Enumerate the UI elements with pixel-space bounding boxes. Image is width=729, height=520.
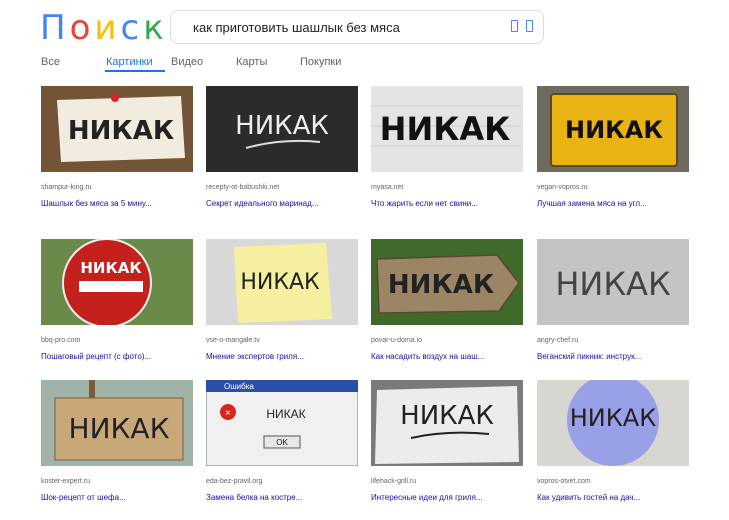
tab-video[interactable]: Видео	[171, 56, 203, 68]
sign-text: НИКАК	[400, 401, 494, 431]
result-thumbnail[interactable]: НИКАК	[41, 239, 193, 325]
logo-letter: П	[40, 8, 70, 48]
result-thumbnail[interactable]: НИКАК	[41, 380, 193, 466]
image-search-icon[interactable]	[526, 20, 533, 32]
result-source[interactable]: vopros-otvet.com	[537, 478, 689, 485]
result-source[interactable]: koster-expert.ru	[41, 478, 193, 485]
image-result-card[interactable]: НИКАК recepty-ot-babushki.net Секрет иде…	[206, 86, 358, 208]
sign-text: НИКАК	[388, 270, 494, 300]
active-tab-indicator	[105, 70, 165, 72]
sign-text: НИКАК	[570, 404, 657, 432]
logo-letter: о	[69, 8, 95, 48]
result-thumbnail[interactable]: Ошибка × НИКАК OK	[206, 380, 358, 466]
result-source[interactable]: myasa.net	[371, 184, 523, 191]
tab-images[interactable]: Картинки	[106, 56, 153, 68]
result-title[interactable]: Замена белка на костре...	[206, 493, 358, 502]
tab-shopping[interactable]: Покупки	[300, 56, 341, 68]
image-result-card[interactable]: НИКАК vopros-otvet.com Как удивить госте…	[537, 380, 689, 502]
result-title[interactable]: Пошаговый рецепт (с фото)...	[41, 352, 193, 361]
search-query: как приготовить шашлык без мяса	[193, 20, 400, 35]
result-thumbnail[interactable]: НИКАК	[371, 239, 523, 325]
result-thumbnail[interactable]: НИКАК	[371, 380, 523, 466]
dialog-ok-button[interactable]: OK	[276, 438, 288, 447]
result-source[interactable]: lifehack-grill.ru	[371, 478, 523, 485]
sign-text: НИКАК	[240, 270, 320, 295]
sign-text: НИКАК	[266, 407, 305, 421]
result-title[interactable]: Шок-рецепт от шефа...	[41, 493, 193, 502]
logo-letter: с	[120, 8, 144, 48]
search-input[interactable]: как приготовить шашлык без мяса	[170, 10, 544, 44]
result-thumbnail[interactable]: НИКАК	[206, 86, 358, 172]
result-thumbnail[interactable]: НИКАК	[206, 239, 358, 325]
dialog-title: Ошибка	[224, 382, 254, 391]
sign-text: НИКАК	[69, 412, 170, 445]
logo: Поиск	[40, 8, 168, 48]
result-thumbnail[interactable]: НИКАК	[537, 239, 689, 325]
image-result-card[interactable]: НИКАК lifehack-grill.ru Интересные идеи …	[371, 380, 523, 502]
image-result-card[interactable]: НИКАК shampur-king.ru Шашлык без мяса за…	[41, 86, 193, 208]
result-source[interactable]: bbq-pro.com	[41, 337, 193, 344]
result-source[interactable]: vse-o-mangale.tv	[206, 337, 358, 344]
sign-text: НИКАК	[555, 265, 671, 303]
image-result-card[interactable]: НИКАК angry-chef.ru Веганский пикник: ин…	[537, 239, 689, 361]
tab-maps[interactable]: Карты	[236, 56, 267, 68]
image-result-card[interactable]: НИКАК myasa.net Что жарить если нет свин…	[371, 86, 523, 208]
result-title[interactable]: Мнение экспертов гриля...	[206, 352, 358, 361]
result-thumbnail[interactable]: НИКАК	[537, 86, 689, 172]
sign-text: НИКАК	[80, 259, 142, 277]
image-result-card[interactable]: НИКАК vse-o-mangale.tv Мнение экспертов …	[206, 239, 358, 361]
result-title[interactable]: Веганский пикник: инструк...	[537, 352, 689, 361]
sign-text: НИКАК	[68, 116, 174, 146]
sign-text: НИКАК	[565, 116, 663, 144]
result-source[interactable]: recepty-ot-babushki.net	[206, 184, 358, 191]
image-result-card[interactable]: НИКАК vegan-vopros.ru Лучшая замена мяса…	[537, 86, 689, 208]
image-result-card[interactable]: Ошибка × НИКАК OK eda-bez-pravil.org Зам…	[206, 380, 358, 502]
image-result-card[interactable]: НИКАК koster-expert.ru Шок-рецепт от шеф…	[41, 380, 193, 502]
svg-text:×: ×	[225, 408, 231, 419]
result-source[interactable]: shampur-king.ru	[41, 184, 193, 191]
result-title[interactable]: Шашлык без мяса за 5 мину...	[41, 199, 193, 208]
logo-letter: к	[143, 8, 168, 48]
result-source[interactable]: vegan-vopros.ru	[537, 184, 689, 191]
result-title[interactable]: Что жарить если нет свини...	[371, 199, 523, 208]
result-thumbnail[interactable]: НИКАК	[371, 86, 523, 172]
sign-text: НИКАК	[380, 110, 511, 148]
result-title[interactable]: Интересные идеи для гриля...	[371, 493, 523, 502]
result-source[interactable]: angry-chef.ru	[537, 337, 689, 344]
voice-search-icon[interactable]	[511, 20, 518, 32]
result-title[interactable]: Секрет идеального маринад...	[206, 199, 358, 208]
result-source[interactable]: eda-bez-pravil.org	[206, 478, 358, 485]
result-title[interactable]: Как насадить воздух на шаш...	[371, 352, 523, 361]
image-result-card[interactable]: НИКАК bbq-pro.com Пошаговый рецепт (с фо…	[41, 239, 193, 361]
result-title[interactable]: Как удивить гостей на дач...	[537, 493, 689, 502]
result-source[interactable]: povar-u-doma.io	[371, 337, 523, 344]
logo-letter: и	[94, 8, 121, 48]
result-title[interactable]: Лучшая замена мяса на угл...	[537, 199, 689, 208]
tab-all[interactable]: Все	[41, 56, 60, 68]
result-thumbnail[interactable]: НИКАК	[41, 86, 193, 172]
image-result-card[interactable]: НИКАК povar-u-doma.io Как насадить возду…	[371, 239, 523, 361]
search-tabs: Все Картинки Видео Карты Покупки	[0, 56, 729, 76]
sign-text: НИКАК	[235, 111, 329, 141]
result-thumbnail[interactable]: НИКАК	[537, 380, 689, 466]
